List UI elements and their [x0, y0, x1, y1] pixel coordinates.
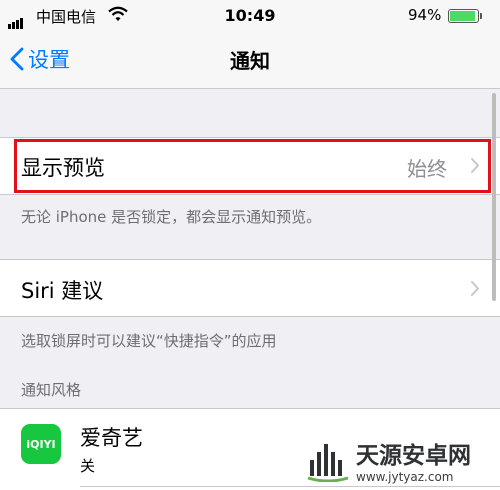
- app-icon-text: iQIYI: [26, 437, 56, 451]
- battery-percent: 94%: [408, 6, 442, 24]
- iqiyi-app-icon: iQIYI: [21, 424, 61, 464]
- watermark-name: 天源安卓网: [356, 443, 471, 469]
- row-divider: [80, 486, 500, 487]
- watermark: 天源安卓网 www.jytyaz.com: [306, 434, 471, 486]
- chevron-right-icon: [471, 281, 479, 296]
- app-name: 爱奇艺: [80, 426, 143, 450]
- watermark-logo-icon: [307, 444, 349, 482]
- siri-suggestions-footnote: 选取锁屏时可以建议“快捷指令”的应用: [21, 332, 277, 350]
- battery-fill: [450, 11, 476, 21]
- watermark-url: www.jytyaz.com: [356, 470, 454, 484]
- show-previews-footnote: 无论 iPhone 是否锁定，都会显示通知预览。: [21, 208, 322, 226]
- highlight-box: [14, 139, 491, 193]
- app-notification-state: 关: [80, 457, 96, 475]
- section-header-notification-style: 通知风格: [21, 381, 82, 399]
- siri-suggestions-cell[interactable]: Siri 建议: [0, 259, 500, 317]
- siri-suggestions-label: Siri 建议: [21, 279, 104, 303]
- page-title: 通知: [230, 49, 270, 73]
- battery-icon: [448, 9, 479, 23]
- battery-tip: [480, 13, 482, 19]
- scrollbar[interactable]: [492, 93, 496, 301]
